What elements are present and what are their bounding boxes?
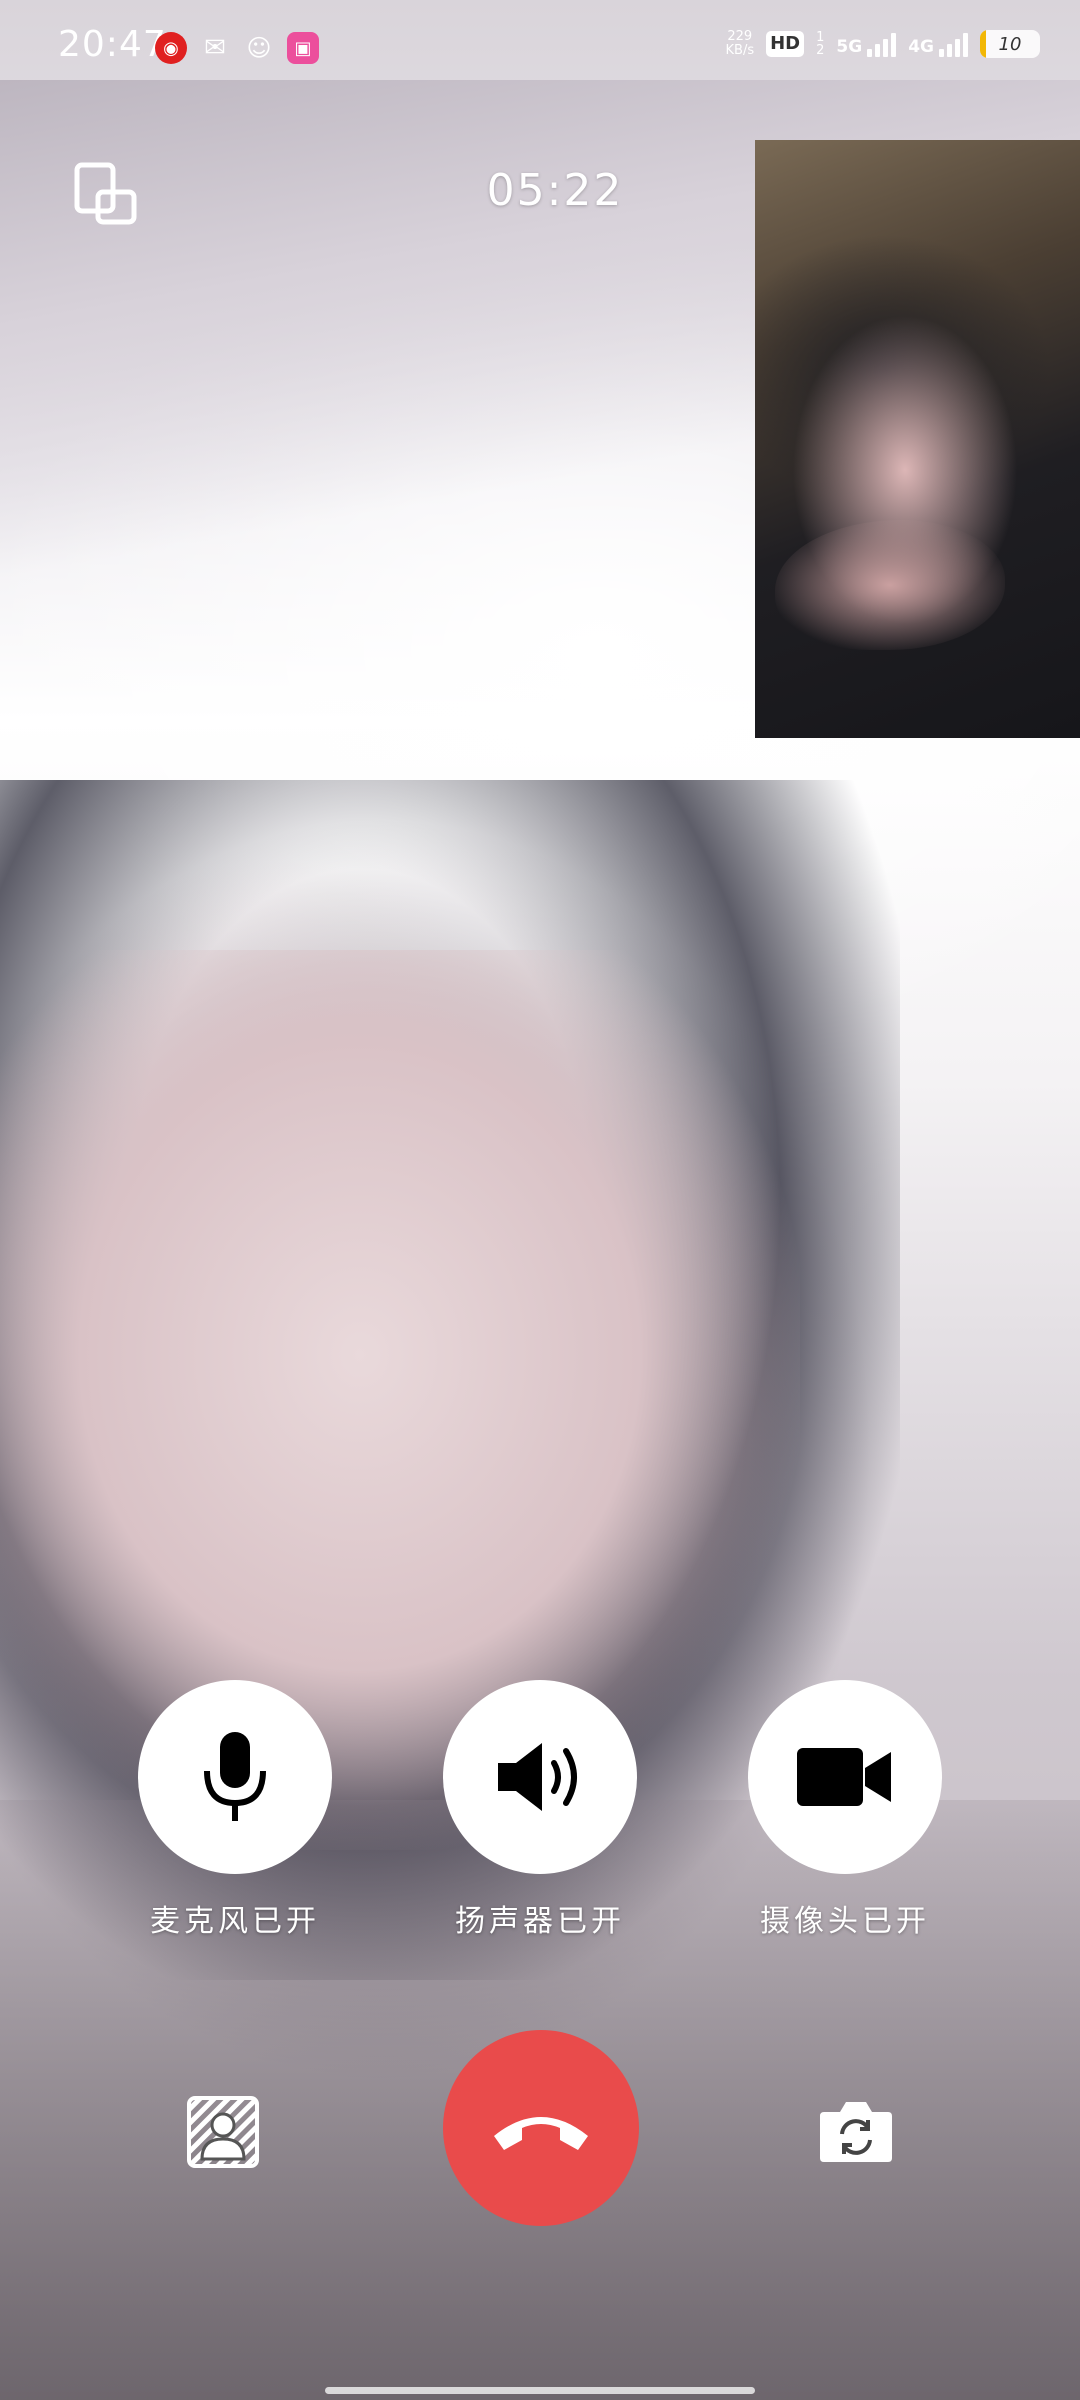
speaker-toggle[interactable]: 扬声器已开 (443, 1680, 637, 1940)
hd-voice-badge: HD (766, 31, 805, 57)
call-bottom-controls (0, 2030, 1080, 2230)
sim-indicator: 1 2 (816, 31, 824, 57)
background-blur-icon (187, 2096, 259, 2168)
local-video-hand (775, 520, 1005, 650)
network-speed: 229 KB/s (726, 30, 755, 58)
home-indicator[interactable] (325, 2387, 755, 2394)
local-video-preview[interactable] (755, 140, 1080, 738)
speaker-button[interactable] (443, 1680, 637, 1874)
status-bar: 20:47 ◉ ✉ ☺ ▣ 229 KB/s HD 1 2 5G 4G 10 (0, 0, 1080, 100)
video-camera-icon (797, 1748, 891, 1806)
netease-music-icon: ◉ (155, 32, 187, 64)
network-gen1: 5G (836, 37, 863, 57)
camera-button[interactable] (748, 1680, 942, 1874)
network-gen2: 4G (908, 37, 934, 57)
battery-fill (980, 30, 986, 58)
microphone-label: 麦克风已开 (150, 1904, 320, 1939)
signal-4g-icon: 4G (908, 31, 968, 57)
status-app-icons: ◉ ✉ ☺ ▣ (155, 32, 319, 64)
microphone-toggle[interactable]: 麦克风已开 (138, 1680, 332, 1940)
hang-up-icon (494, 2117, 588, 2150)
network-speed-unit: KB/s (725, 43, 755, 58)
wechat-icon: ✉ (204, 33, 226, 63)
speaker-icon (498, 1743, 577, 1811)
bilibili-icon: ▣ (287, 32, 319, 64)
camera-label: 摄像头已开 (760, 1904, 930, 1939)
microphone-icon (204, 1732, 266, 1821)
speaker-label: 扬声器已开 (455, 1904, 625, 1939)
signal-5g-icon: 5G (836, 31, 897, 57)
sim2-label: 2 (816, 43, 825, 58)
status-time: 20:47 (58, 24, 167, 65)
battery-level: 10 (998, 33, 1022, 55)
battery-icon: 10 (980, 30, 1040, 58)
microphone-button[interactable] (138, 1680, 332, 1874)
hang-up-button[interactable] (443, 2030, 639, 2226)
call-toggle-controls: 麦克风已开 扬声器已开 摄像头已开 (0, 1680, 1080, 1940)
switch-camera-icon (820, 2102, 892, 2162)
network-speed-value: 229 (727, 29, 753, 44)
camera-toggle[interactable]: 摄像头已开 (748, 1680, 942, 1940)
status-right: 229 KB/s HD 1 2 5G 4G 10 (726, 30, 1040, 58)
switch-camera-button[interactable] (818, 2098, 894, 2164)
cat-app-icon: ☺ (246, 34, 272, 62)
background-blur-button[interactable] (186, 2095, 260, 2169)
